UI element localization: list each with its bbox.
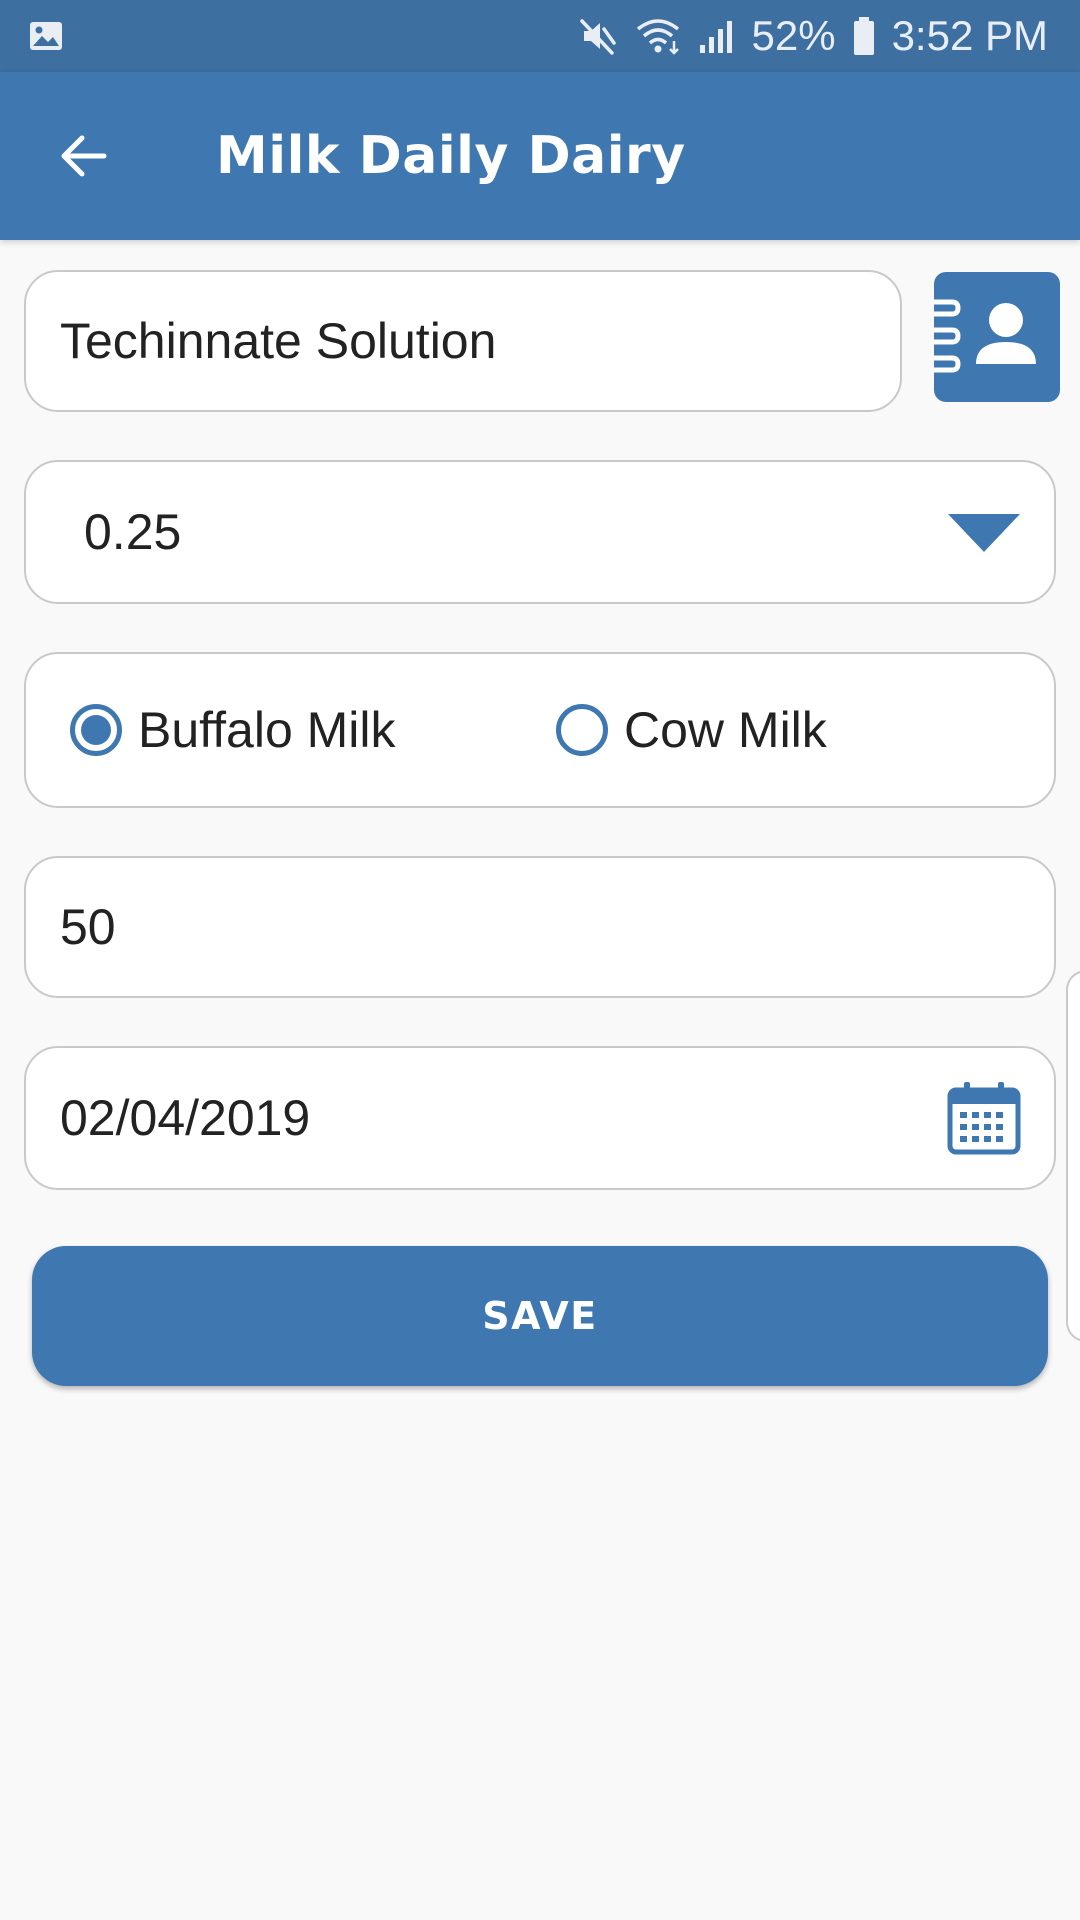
- radio-label: Buffalo Milk: [138, 702, 396, 758]
- image-icon: [28, 18, 64, 54]
- status-bar: 52% 3:52 PM: [0, 0, 1080, 72]
- app-bar: Milk Daily Dairy: [0, 72, 1080, 240]
- customer-name-field[interactable]: [24, 270, 902, 412]
- radio-button[interactable]: [556, 704, 608, 756]
- clock: 3:52 PM: [891, 12, 1048, 59]
- chevron-down-icon: [948, 514, 1020, 552]
- date-input[interactable]: [60, 1089, 914, 1147]
- edge-panel: [1066, 970, 1080, 1342]
- radio-button[interactable]: [70, 704, 122, 756]
- milk-type-group: Buffalo Milk Cow Milk: [24, 652, 1056, 808]
- arrow-left-icon: [61, 135, 107, 177]
- page-title: Milk Daily Dairy: [216, 126, 686, 186]
- mute-icon: [576, 15, 618, 57]
- wifi-icon: [634, 15, 682, 57]
- radio-selected-dot: [81, 715, 111, 745]
- save-button[interactable]: SAVE: [32, 1246, 1048, 1386]
- contact-book-icon: [934, 299, 1036, 373]
- save-label: SAVE: [482, 1294, 598, 1338]
- radio-cow-milk[interactable]: Cow Milk: [556, 654, 827, 806]
- contacts-button[interactable]: [934, 272, 1060, 402]
- radio-label: Cow Milk: [624, 702, 827, 758]
- calendar-icon[interactable]: [946, 1080, 1022, 1156]
- quantity-value: 0.25: [84, 504, 182, 560]
- amount-field[interactable]: [24, 856, 1056, 998]
- radio-buffalo-milk[interactable]: Buffalo Milk: [70, 654, 396, 806]
- customer-name-input[interactable]: [60, 312, 880, 370]
- battery-percent: 52%: [751, 12, 836, 59]
- battery-icon: [852, 15, 876, 57]
- signal-icon: [698, 15, 736, 57]
- back-button[interactable]: [44, 116, 124, 196]
- date-field[interactable]: [24, 1046, 1056, 1190]
- quantity-select[interactable]: 0.25: [24, 460, 1056, 604]
- amount-input[interactable]: [60, 898, 1034, 956]
